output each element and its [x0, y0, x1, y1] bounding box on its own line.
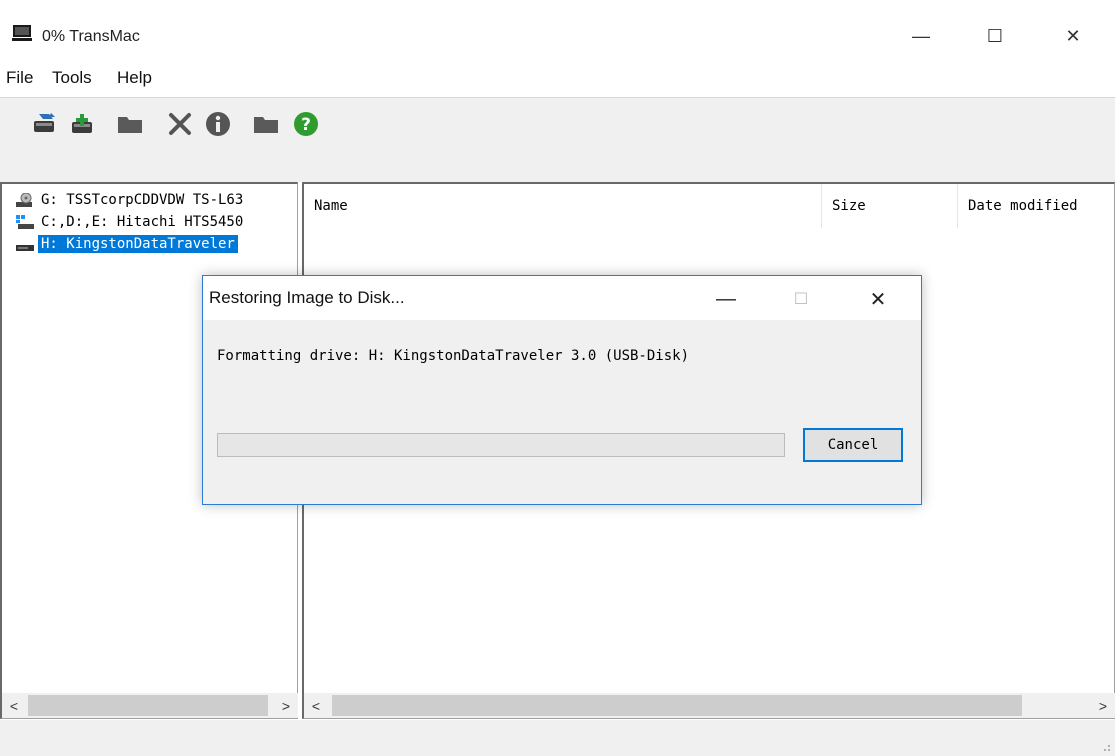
title-bar: 0% TransMac — ☐ ✕ [0, 0, 1115, 62]
drive-label: H: KingstonDataTraveler [38, 235, 238, 253]
menu-tools[interactable]: Tools [52, 68, 92, 88]
scroll-right-arrow[interactable]: > [274, 693, 298, 718]
dialog-maximize-button: ☐ [793, 291, 809, 308]
status-bar [0, 720, 1115, 756]
scroll-thumb[interactable] [28, 695, 268, 716]
new-folder-icon[interactable] [250, 108, 282, 140]
drive-label: G: TSSTcorpCDDVDW TS-L63 [41, 192, 244, 208]
menu-file[interactable]: File [6, 68, 33, 88]
files-horizontal-scrollbar[interactable]: < > [304, 693, 1115, 718]
window-title: 0% TransMac [42, 28, 140, 45]
progress-bar [217, 433, 785, 457]
restore-progress-dialog: Restoring Image to Disk... — ☐ ✕ Formatt… [202, 275, 922, 505]
column-header-date-modified[interactable]: Date modified [958, 184, 1115, 228]
column-header-size[interactable]: Size [822, 184, 958, 228]
tree-horizontal-scrollbar[interactable]: < > [2, 693, 298, 718]
computer-icon [12, 25, 32, 41]
info-icon[interactable] [202, 108, 234, 140]
resize-grip-icon[interactable] [1099, 740, 1111, 752]
drive-item-h[interactable]: H: KingstonDataTraveler [16, 234, 238, 254]
scroll-right-arrow[interactable]: > [1091, 693, 1115, 718]
dialog-status-message: Formatting drive: H: KingstonDataTravele… [217, 348, 690, 364]
delete-icon[interactable] [164, 108, 196, 140]
dialog-title-bar: Restoring Image to Disk... — ☐ ✕ [203, 276, 921, 320]
dialog-minimize-button[interactable]: — [703, 282, 749, 316]
column-header-name[interactable]: Name [304, 184, 822, 228]
optical-drive-icon [16, 193, 32, 207]
menu-bar: File Tools Help [0, 62, 1115, 98]
maximize-button[interactable]: ☐ [972, 18, 1018, 54]
toolbar: ? [0, 98, 1115, 182]
usb-drive-icon [16, 245, 34, 251]
drive-item-g[interactable]: G: TSSTcorpCDDVDW TS-L63 [16, 190, 246, 210]
svg-text:?: ? [301, 115, 311, 135]
scroll-left-arrow[interactable]: < [304, 693, 328, 718]
dialog-title: Restoring Image to Disk... [209, 288, 405, 307]
drive-label: C:,D:,E: Hitachi HTS5450 [41, 214, 244, 230]
dialog-close-button[interactable]: ✕ [855, 282, 901, 316]
drive-item-c[interactable]: C:,D:,E: Hitachi HTS5450 [16, 212, 246, 232]
add-disk-icon[interactable] [66, 108, 98, 140]
scroll-left-arrow[interactable]: < [2, 693, 26, 718]
menu-help[interactable]: Help [117, 68, 152, 88]
help-icon[interactable]: ? [290, 108, 322, 140]
folder-icon[interactable] [114, 108, 146, 140]
minimize-button[interactable]: — [898, 18, 944, 54]
windows-drive-icon [16, 215, 34, 229]
cancel-button[interactable]: Cancel [803, 428, 903, 462]
open-disk-icon[interactable] [28, 108, 60, 140]
close-button[interactable]: ✕ [1050, 18, 1096, 54]
scroll-thumb[interactable] [332, 695, 1022, 716]
